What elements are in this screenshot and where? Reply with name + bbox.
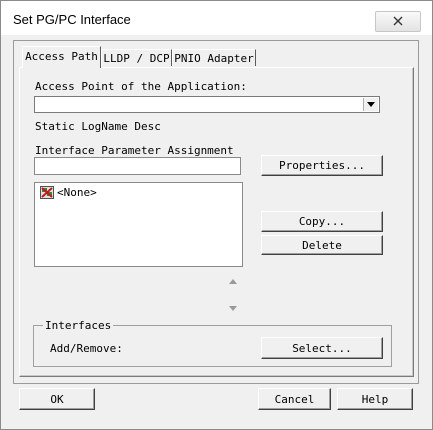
title-bar[interactable]: Set PG/PC Interface	[1, 1, 432, 35]
list-item-label: <None>	[57, 186, 97, 199]
properties-button[interactable]: Properties...	[261, 155, 383, 176]
network-adapter-icon	[40, 186, 54, 199]
access-point-select[interactable]	[34, 96, 380, 113]
window-title: Set PG/PC Interface	[13, 12, 131, 27]
tab-pnio-adapter[interactable]: PNIO Adapter	[172, 49, 256, 66]
interface-parameter-label: Interface Parameter Assignment	[35, 144, 234, 157]
tab-lldp-dcp[interactable]: LLDP / DCP	[101, 49, 172, 66]
help-button[interactable]: Help	[337, 388, 413, 410]
scroll-down-icon[interactable]	[229, 306, 237, 311]
tab-label: Access Path	[25, 50, 98, 63]
scroll-up-icon[interactable]	[229, 279, 237, 284]
copy-button[interactable]: Copy...	[261, 211, 383, 232]
static-logname-text: Static LogName Desc	[35, 120, 161, 133]
interface-parameter-field	[34, 157, 241, 175]
ok-button[interactable]: OK	[19, 388, 95, 410]
tab-label: PNIO Adapter	[174, 52, 254, 65]
access-point-label: Access Point of the Application:	[35, 80, 247, 93]
close-button[interactable]	[375, 11, 421, 32]
dropdown-button[interactable]	[363, 98, 378, 111]
chevron-down-icon	[367, 102, 375, 107]
add-remove-label: Add/Remove:	[50, 342, 123, 355]
select-button[interactable]: Select...	[261, 337, 383, 359]
interface-list[interactable]: <None>	[34, 182, 243, 267]
tab-access-path[interactable]: Access Path	[22, 46, 101, 68]
tab-label: LLDP / DCP	[103, 52, 170, 65]
close-icon	[393, 16, 403, 26]
interfaces-group-label: Interfaces	[43, 319, 114, 332]
delete-button[interactable]: Delete	[261, 235, 383, 255]
cancel-button[interactable]: Cancel	[258, 388, 331, 410]
